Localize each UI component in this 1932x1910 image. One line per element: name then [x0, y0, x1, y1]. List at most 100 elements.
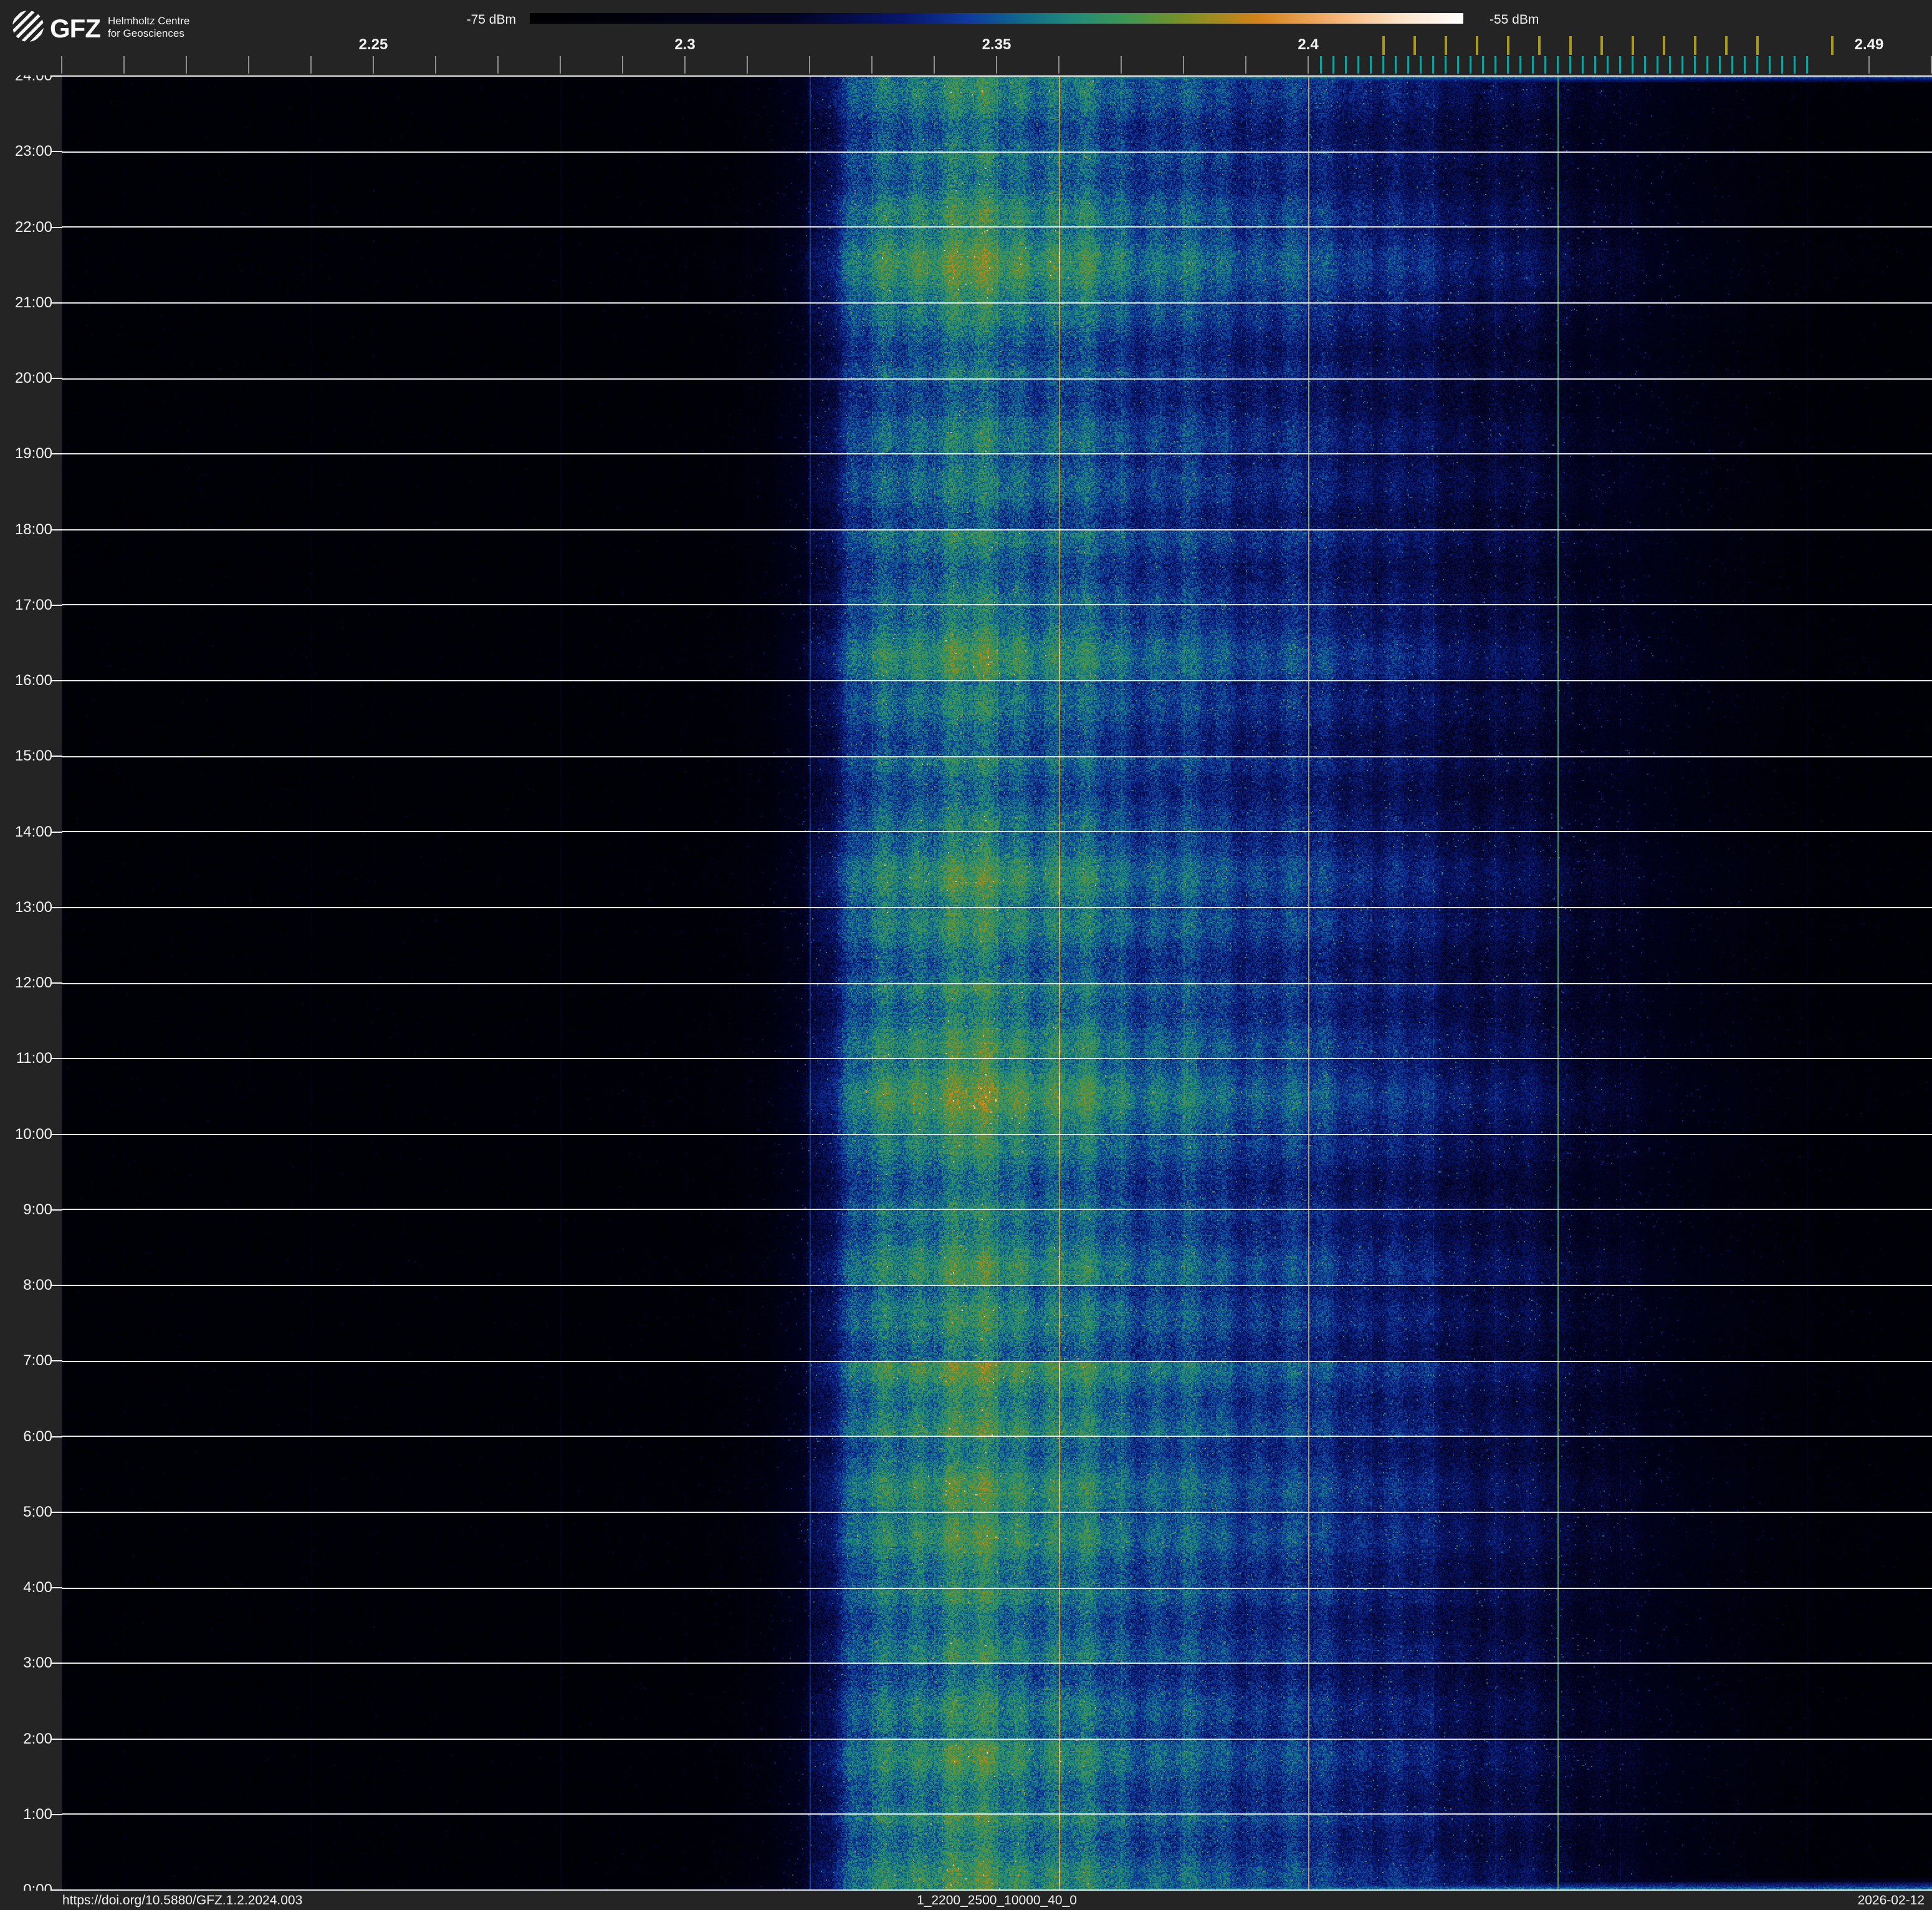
- time-axis-label: 10:00: [14, 1125, 52, 1143]
- freq-axis-label: 2.4: [1298, 36, 1319, 53]
- freq-axis-label: 2.35: [982, 36, 1011, 53]
- ble-channel-tick: [1644, 56, 1646, 74]
- ble-channel-tick: [1420, 56, 1422, 74]
- time-axis-tick: [50, 756, 62, 757]
- time-axis-label: 15:00: [14, 747, 52, 765]
- freq-tick-minor: [809, 56, 810, 74]
- footer: https://doi.org/10.5880/GFZ.1.2.2024.003…: [0, 1891, 1932, 1910]
- ble-channel-tick: [1320, 56, 1322, 74]
- wifi-channel-tick: [1600, 36, 1603, 55]
- ble-channel-tick: [1332, 56, 1334, 74]
- ble-channel-tick: [1407, 56, 1409, 74]
- wifi-channel-tick: [1476, 36, 1478, 55]
- time-axis-tick: [50, 226, 62, 228]
- time-axis-label: 7:00: [23, 1352, 52, 1370]
- ble-channel-tick: [1569, 56, 1571, 74]
- freq-tick-minor: [996, 56, 997, 74]
- time-axis-label: 21:00: [14, 294, 52, 311]
- freq-tick-minor: [560, 56, 561, 74]
- time-axis-label: 16:00: [14, 672, 52, 689]
- time-axis-tick: [50, 529, 62, 530]
- time-axis-label: 1:00: [23, 1805, 52, 1823]
- ble-channel-tick: [1769, 56, 1771, 74]
- gfz-org-line2: for Geosciences: [108, 27, 184, 39]
- ble-channel-tick: [1532, 56, 1534, 74]
- wifi-channel-tick: [1413, 36, 1416, 55]
- wifi-channel-tick: [1538, 36, 1541, 55]
- freq-tick-minor: [186, 56, 187, 74]
- freq-tick-minor: [310, 56, 312, 74]
- freq-tick-minor: [1183, 56, 1184, 74]
- wifi-channel-tick: [1445, 36, 1447, 55]
- colorbar-max-label: -55 dBm: [1490, 12, 1539, 27]
- freq-tick-minor: [684, 56, 686, 74]
- time-axis-label: 9:00: [23, 1201, 52, 1218]
- freq-tick-minor: [248, 56, 249, 74]
- time-axis-tick: [50, 1738, 62, 1740]
- filename-label: 1_2200_2500_10000_40_0: [917, 1893, 1077, 1908]
- time-axis-tick: [50, 906, 62, 908]
- time-axis-tick: [50, 604, 62, 606]
- ble-channel-tick: [1806, 56, 1808, 74]
- colorbar-gradient: [530, 13, 1463, 24]
- ble-channel-tick: [1694, 56, 1696, 74]
- ble-channel-tick: [1519, 56, 1521, 74]
- ble-channel-tick: [1345, 56, 1347, 74]
- time-axis-label: 5:00: [23, 1503, 52, 1520]
- ble-channel-tick: [1382, 56, 1384, 74]
- ble-channel-tick: [1445, 56, 1447, 74]
- time-axis-tick: [50, 1058, 62, 1060]
- time-axis-tick: [50, 151, 62, 153]
- wifi-channel-tick: [1569, 36, 1572, 55]
- ble-channel-tick: [1744, 56, 1746, 74]
- freq-tick-minor: [1308, 56, 1309, 74]
- colorbar-min-label: -75 dBm: [466, 12, 516, 27]
- date-label: 2026-02-12: [1857, 1893, 1925, 1908]
- ble-channel-tick: [1494, 56, 1496, 74]
- time-axis-tick: [50, 1360, 62, 1362]
- wifi-channel-tick: [1725, 36, 1728, 55]
- ble-channel-tick: [1457, 56, 1459, 74]
- ble-channel-tick: [1632, 56, 1633, 74]
- freq-tick-minor: [123, 56, 125, 74]
- time-axis-tick: [50, 831, 62, 833]
- gfz-org-name: Helmholtz Centre for Geosciences: [108, 15, 189, 40]
- wifi-channel-tick: [1694, 36, 1696, 55]
- ble-channel-tick: [1582, 56, 1584, 74]
- freq-tick-minor: [622, 56, 623, 74]
- time-axis-tick: [50, 1209, 62, 1211]
- ble-channel-tick: [1619, 56, 1621, 74]
- time-axis-label: 11:00: [16, 1050, 52, 1067]
- time-axis-label: 4:00: [23, 1579, 52, 1596]
- wifi-channel-tick: [1756, 36, 1759, 55]
- ble-channel-tick: [1370, 56, 1372, 74]
- time-axis-label: 22:00: [14, 218, 52, 236]
- freq-axis-label: 2.49: [1854, 36, 1884, 53]
- time-axis-label: 14:00: [14, 823, 52, 840]
- time-axis-label: 8:00: [23, 1277, 52, 1293]
- ble-channel-tick: [1432, 56, 1434, 74]
- time-axis-tick: [50, 680, 62, 681]
- time-axis-label: 19:00: [14, 445, 52, 463]
- ble-channel-tick: [1669, 56, 1671, 74]
- time-axis-label: 20:00: [14, 370, 52, 386]
- freq-tick-minor: [1121, 56, 1122, 74]
- ble-channel-tick: [1470, 56, 1471, 74]
- time-axis-label: 3:00: [23, 1654, 52, 1672]
- time-axis-tick: [50, 1587, 62, 1588]
- time-axis-label: 17:00: [14, 596, 52, 613]
- freq-axis-label: 2.3: [674, 36, 696, 53]
- ble-channel-tick: [1507, 56, 1509, 74]
- freq-tick-minor: [373, 56, 374, 74]
- time-axis-label: 23:00: [14, 143, 52, 160]
- time-axis-tick: [50, 1436, 62, 1437]
- gfz-logo-text: GFZ: [50, 14, 101, 43]
- time-axis-tick: [50, 1133, 62, 1135]
- time-axis-tick: [50, 302, 62, 304]
- spectrogram-heatmap: [62, 75, 1932, 1891]
- gfz-org-line1: Helmholtz Centre: [108, 15, 190, 27]
- time-axis-tick: [50, 1813, 62, 1815]
- freq-axis-label: 2.25: [358, 36, 388, 53]
- time-axis-tick: [50, 982, 62, 984]
- ble-channel-tick: [1657, 56, 1658, 74]
